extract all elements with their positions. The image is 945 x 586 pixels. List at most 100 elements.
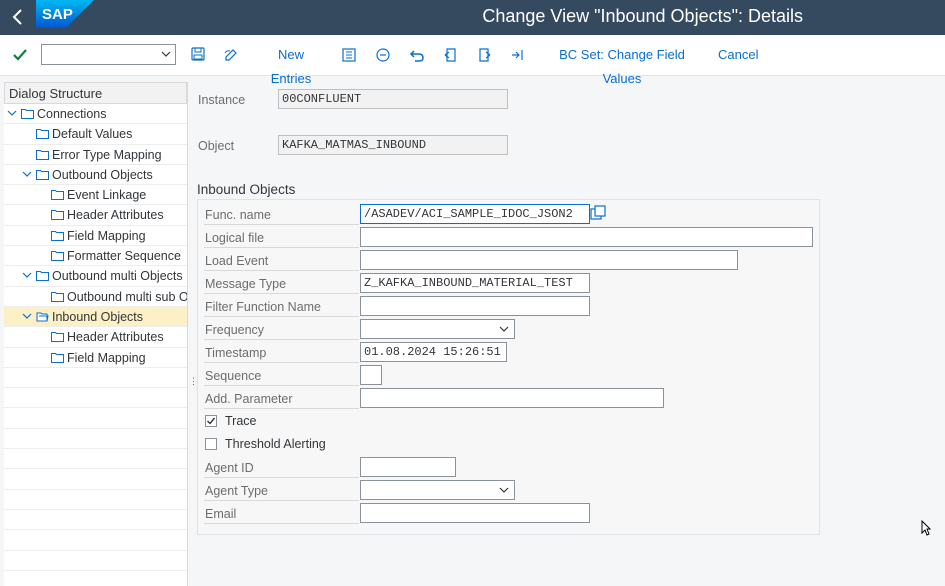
save-icon[interactable] xyxy=(189,43,207,67)
tree-empty-row xyxy=(4,429,187,450)
tree-empty-row xyxy=(4,368,187,389)
instance-field: 00CONFLUENT xyxy=(278,89,508,109)
tree-empty-row xyxy=(4,490,187,510)
email-label: Email xyxy=(205,507,237,521)
tree-item-outbound-multi-sub-objects[interactable]: Outbound multi sub Ob xyxy=(4,287,187,307)
add-parameter-field[interactable] xyxy=(360,388,664,408)
tree-item-label: Outbound multi Objects xyxy=(52,269,183,284)
divider xyxy=(204,247,359,248)
divider xyxy=(204,224,359,225)
tree-item-inbound-objects[interactable]: Inbound Objects xyxy=(4,306,187,328)
agent-id-field[interactable] xyxy=(360,457,456,477)
bc-set-change-field-values-button[interactable]: BC Set: Change Field Values xyxy=(545,43,699,86)
page-title: Change View "Inbound Objects": Details xyxy=(482,6,803,26)
tree-item-label: Connections xyxy=(37,107,107,121)
folder-icon xyxy=(51,210,64,221)
trace-label: Trace xyxy=(225,414,257,428)
divider xyxy=(204,500,359,501)
undo-icon[interactable] xyxy=(408,43,426,67)
filter-function-field[interactable] xyxy=(360,296,590,316)
display-change-icon[interactable] xyxy=(222,43,240,67)
message-type-field[interactable]: Z_KAFKA_INBOUND_MATERIAL_TEST xyxy=(360,273,590,293)
folder-icon xyxy=(51,291,64,302)
chevron-down-icon[interactable] xyxy=(498,484,510,496)
enter-checkmark-icon[interactable] xyxy=(10,43,30,67)
tree-empty-row xyxy=(4,469,187,490)
next-entry-icon[interactable] xyxy=(475,43,493,67)
func-name-field[interactable]: /ASADEV/ACI_SAMPLE_IDOC_JSON2 xyxy=(360,204,590,224)
sequence-field[interactable] xyxy=(360,365,382,385)
splitter-handle[interactable]: ⋮ xyxy=(189,376,198,388)
shell-bar: SAP Change View "Inbound Objects": Detai… xyxy=(0,0,945,35)
tree-item-label: Event Linkage xyxy=(67,188,147,203)
divider xyxy=(204,339,359,340)
folder-icon xyxy=(51,352,64,363)
tree-item-label: Formatter Sequence xyxy=(67,249,181,264)
tree-item-outbound-multi-objects[interactable]: Outbound multi Objects xyxy=(4,266,187,287)
tree-item-connections[interactable]: Connections xyxy=(4,104,187,125)
tree-item-label: Default Values xyxy=(52,127,133,142)
tree-empty-row xyxy=(4,530,187,551)
expand-chevron-icon[interactable] xyxy=(21,168,33,180)
expand-chevron-icon[interactable] xyxy=(21,310,33,322)
timestamp-field[interactable]: 01.08.2024 15:26:51 xyxy=(360,342,507,362)
select-block-icon[interactable] xyxy=(509,43,527,67)
copy-as-icon[interactable] xyxy=(340,43,358,67)
tree-item-label: Header Attributes xyxy=(67,330,164,345)
logical-file-field[interactable] xyxy=(360,227,813,247)
value-help-icon[interactable] xyxy=(590,204,606,224)
folder-icon xyxy=(51,332,64,343)
tree-item-outbound-objects[interactable]: Outbound Objects xyxy=(4,165,187,186)
folder-icon xyxy=(51,251,64,262)
object-label: Object xyxy=(198,139,235,153)
divider xyxy=(204,477,359,478)
tree-item-inbound-field-mapping[interactable]: Field Mapping xyxy=(4,348,187,368)
chevron-down-icon[interactable] xyxy=(159,47,173,61)
tree-item-label: Field Mapping xyxy=(67,228,146,243)
open-folder-icon xyxy=(36,312,49,322)
tree-empty-row xyxy=(4,388,187,409)
expand-chevron-icon[interactable] xyxy=(21,269,33,281)
tree-item-field-mapping[interactable]: Field Mapping xyxy=(4,226,187,247)
trace-checkbox[interactable] xyxy=(205,415,217,427)
divider xyxy=(204,293,359,294)
folder-icon xyxy=(36,149,49,160)
tree-item-error-type-mapping[interactable]: Error Type Mapping xyxy=(4,145,187,165)
folder-icon xyxy=(51,190,64,201)
func-name-label: Func. name xyxy=(205,208,272,222)
tree-item-label: Field Mapping xyxy=(67,350,146,365)
threshold-alerting-checkbox[interactable] xyxy=(205,438,217,450)
agent-type-dropdown[interactable] xyxy=(360,480,515,500)
tree-empty-row xyxy=(4,551,187,571)
folder-icon xyxy=(51,230,64,241)
command-field[interactable] xyxy=(41,44,176,65)
delete-icon[interactable] xyxy=(374,43,392,67)
tree-item-header-attributes[interactable]: Header Attributes xyxy=(4,205,187,226)
mouse-cursor-icon xyxy=(921,519,932,536)
tree-item-inbound-header-attributes[interactable]: Header Attributes xyxy=(4,327,187,348)
divider xyxy=(204,362,359,363)
expand-chevron-icon[interactable] xyxy=(6,107,18,119)
email-field[interactable] xyxy=(360,503,590,523)
object-field: KAFKA_MATMAS_INBOUND xyxy=(278,135,508,155)
tree-item-label: Inbound Objects xyxy=(52,309,144,324)
tree-item-formatter-sequence[interactable]: Formatter Sequence xyxy=(4,246,187,267)
threshold-alerting-label: Threshold Alerting xyxy=(225,437,326,451)
inbound-objects-group-title: Inbound Objects xyxy=(197,182,296,197)
agent-id-label: Agent ID xyxy=(205,461,254,475)
tree-item-event-linkage[interactable]: Event Linkage xyxy=(4,185,187,206)
load-event-field[interactable] xyxy=(360,250,738,270)
application-toolbar: New Entries BC Set: Change Field Values … xyxy=(0,35,945,86)
tree-empty-row xyxy=(4,408,187,429)
cancel-button[interactable]: Cancel xyxy=(718,43,758,67)
tree-item-default-values[interactable]: Default Values xyxy=(4,124,187,145)
tree-empty-row xyxy=(4,510,187,531)
previous-entry-icon[interactable] xyxy=(442,43,460,67)
message-type-label: Message Type xyxy=(205,277,287,291)
frequency-dropdown[interactable] xyxy=(360,319,515,339)
dialog-structure-tree: Dialog Structure Connections Default Valu… xyxy=(4,82,188,586)
chevron-down-icon[interactable] xyxy=(498,323,510,335)
divider xyxy=(204,523,359,524)
new-entries-button[interactable]: New Entries xyxy=(258,43,324,86)
folder-icon xyxy=(36,169,49,180)
